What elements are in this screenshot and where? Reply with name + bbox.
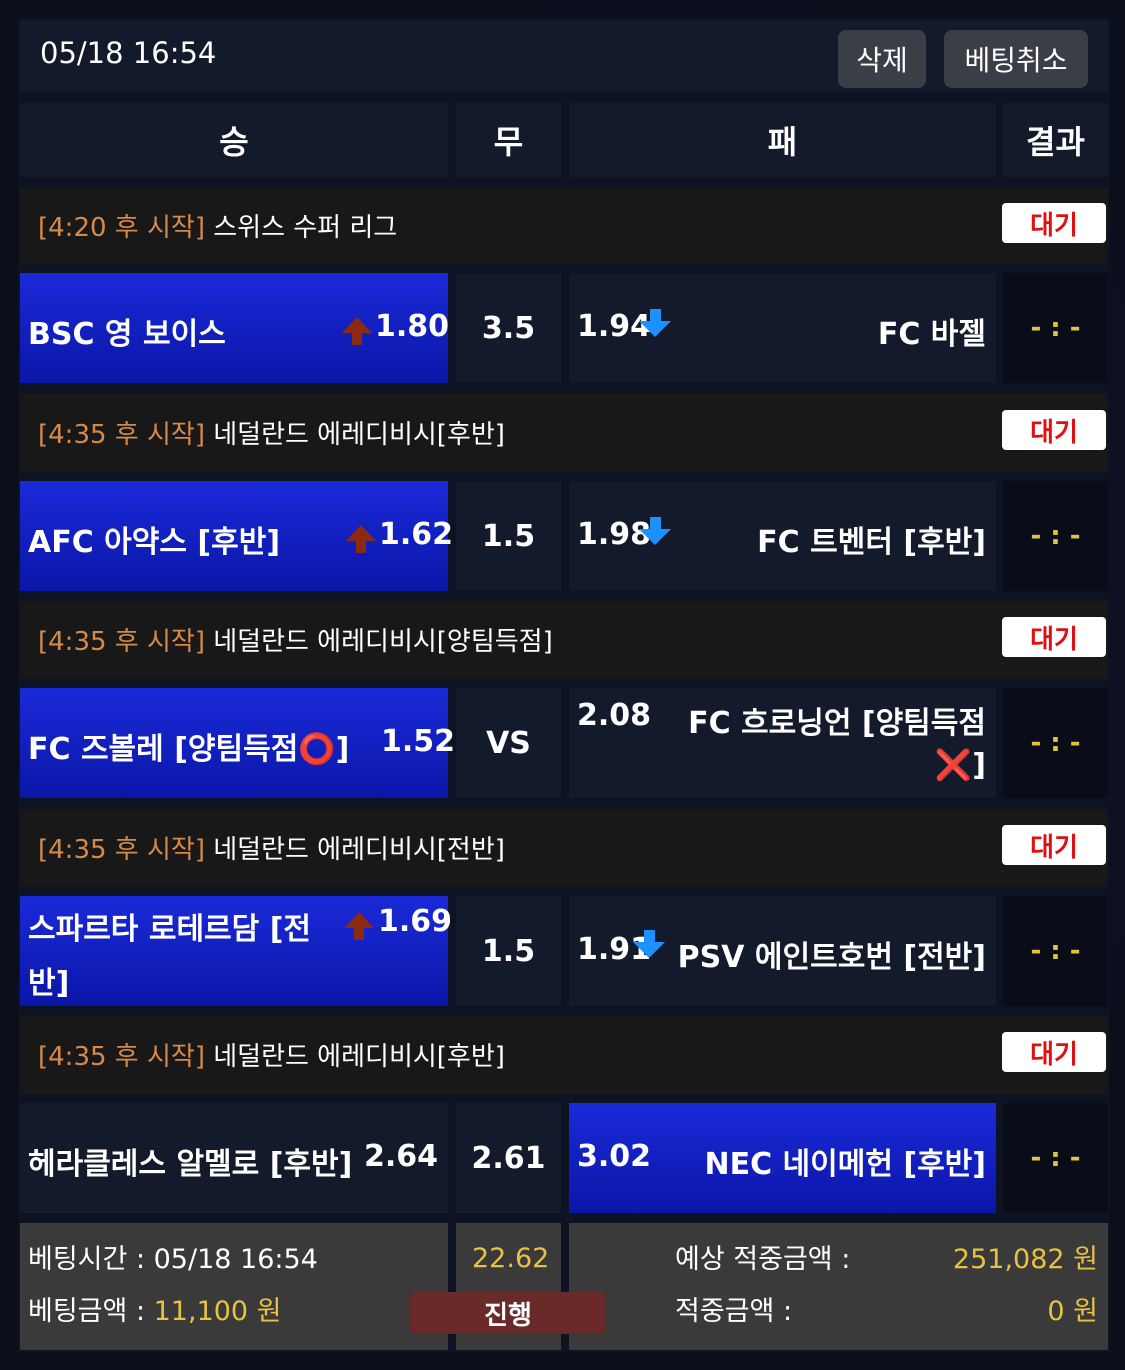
status-badge: 대기 bbox=[1002, 617, 1106, 657]
home-bet-cell[interactable]: 스파르타 로테르담 [전 반] 1.69 bbox=[20, 896, 452, 1006]
home-team: FC 즈볼레 [양팀득점⭕] bbox=[28, 732, 350, 767]
away-team: FC 바젤 bbox=[877, 317, 986, 352]
arrow-down-icon bbox=[633, 942, 665, 958]
away-bet-cell[interactable]: 1.91 PSV 에인트호번 [전반] bbox=[569, 896, 996, 1006]
progress-status-button[interactable]: 진행 bbox=[410, 1292, 606, 1334]
away-bet-cell[interactable]: 1.98 FC 트벤터 [후반] bbox=[569, 481, 996, 591]
status-badge: 대기 bbox=[1002, 203, 1106, 243]
arrow-down-icon bbox=[639, 529, 671, 545]
column-header-draw: 무 bbox=[456, 103, 561, 177]
status-badge: 대기 bbox=[1002, 1032, 1106, 1072]
arrow-down-icon bbox=[639, 321, 671, 337]
home-bet-cell[interactable]: BSC 영 보이스 1.80 bbox=[20, 273, 450, 383]
away-team: FC 트벤터 [후반] bbox=[757, 525, 986, 560]
footer-right: 예상 적중금액 : 251,082 원 적중금액 : 0 원 bbox=[569, 1223, 1108, 1350]
league-row: [4:35 후 시작] 네덜란드 에레디비시[후반] 대기 bbox=[20, 1016, 1108, 1094]
bet-time-label: 베팅시간 : bbox=[28, 1244, 154, 1275]
away-odd: 3.02 bbox=[577, 1139, 652, 1174]
status-badge: 대기 bbox=[1002, 825, 1106, 865]
bet-datetime: 05/18 16:54 bbox=[40, 36, 217, 70]
column-header-win: 승 bbox=[20, 103, 448, 177]
top-bar: 05/18 16:54 삭제 베팅취소 bbox=[20, 20, 1108, 92]
expected-label: 예상 적중금액 : bbox=[675, 1244, 851, 1275]
column-header-lose: 패 bbox=[569, 103, 996, 177]
start-time: [4:35 후 시작] bbox=[38, 627, 205, 657]
draw-bet-cell[interactable]: 1.5 bbox=[456, 896, 561, 1006]
total-odds: 22.62 bbox=[472, 1243, 550, 1274]
home-bet-cell[interactable]: AFC 아약스 [후반] 1.62 bbox=[20, 481, 453, 591]
away-team-cont: ❌] bbox=[934, 748, 986, 783]
bet-time-value: 05/18 16:54 bbox=[153, 1244, 318, 1275]
arrow-up-icon bbox=[344, 912, 374, 928]
start-time: [4:35 후 시작] bbox=[38, 420, 205, 450]
away-odd: 2.08 bbox=[577, 698, 652, 733]
home-team: BSC 영 보이스 bbox=[28, 317, 226, 352]
result-score: - : - bbox=[1003, 896, 1108, 1006]
expected-value: 251,082 원 bbox=[952, 1244, 1098, 1275]
draw-bet-cell[interactable]: VS bbox=[456, 688, 561, 798]
bet-amount-label: 베팅금액 : bbox=[28, 1296, 154, 1327]
home-odd: 1.52 bbox=[381, 724, 456, 759]
start-time: [4:35 후 시작] bbox=[38, 1042, 205, 1072]
away-team: NEC 네이메헌 [후반] bbox=[704, 1147, 986, 1182]
cancel-bet-button[interactable]: 베팅취소 bbox=[944, 30, 1088, 88]
home-odd: 1.69 bbox=[378, 904, 453, 939]
home-team: AFC 아약스 [후반] bbox=[28, 525, 281, 560]
home-team: 헤라클레스 알멜로 [후반] bbox=[28, 1147, 353, 1182]
league-name: 네덜란드 에레디비시[양팀득점] bbox=[213, 627, 553, 657]
delete-button[interactable]: 삭제 bbox=[838, 30, 926, 88]
home-odd: 2.64 bbox=[363, 1139, 438, 1174]
start-time: [4:35 후 시작] bbox=[38, 835, 205, 865]
start-time: [4:20 후 시작] bbox=[38, 213, 205, 243]
away-team: PSV 에인트호번 [전반] bbox=[677, 940, 986, 975]
league-name: 네덜란드 에레디비시[후반] bbox=[213, 1042, 505, 1072]
league-name: 네덜란드 에레디비시[전반] bbox=[213, 835, 505, 865]
away-bet-cell[interactable]: 1.94 FC 바젤 bbox=[569, 273, 996, 383]
result-score: - : - bbox=[1003, 688, 1108, 798]
bet-amount-value: 11,100 원 bbox=[153, 1296, 282, 1327]
column-header-result: 결과 bbox=[1003, 103, 1108, 177]
status-badge: 대기 bbox=[1002, 410, 1106, 450]
league-name: 스위스 수퍼 리그 bbox=[213, 213, 398, 243]
result-score: - : - bbox=[1003, 1103, 1108, 1213]
home-odd: 1.80 bbox=[375, 309, 450, 344]
home-team-cont: 반] bbox=[28, 966, 70, 1001]
draw-bet-cell[interactable]: 2.61 bbox=[456, 1103, 561, 1213]
draw-bet-cell[interactable]: 1.5 bbox=[456, 481, 561, 591]
draw-bet-cell[interactable]: 3.5 bbox=[456, 273, 561, 383]
hit-label: 적중금액 : bbox=[675, 1296, 793, 1327]
league-row: [4:20 후 시작] 스위스 수퍼 리그 대기 bbox=[20, 187, 1108, 265]
away-bet-cell[interactable]: 3.02 NEC 네이메헌 [후반] bbox=[569, 1103, 996, 1213]
league-row: [4:35 후 시작] 네덜란드 에레디비시[후반] 대기 bbox=[20, 394, 1108, 472]
league-row: [4:35 후 시작] 네덜란드 에레디비시[전반] 대기 bbox=[20, 809, 1108, 887]
result-score: - : - bbox=[1003, 481, 1108, 591]
result-score: - : - bbox=[1003, 273, 1108, 383]
arrow-up-icon bbox=[342, 317, 372, 333]
home-bet-cell[interactable]: 헤라클레스 알멜로 [후반] 2.64 bbox=[20, 1103, 448, 1213]
home-bet-cell[interactable]: FC 즈볼레 [양팀득점⭕] 1.52 bbox=[20, 688, 455, 798]
away-team: FC 흐로닝언 [양팀득점 bbox=[688, 706, 986, 741]
league-name: 네덜란드 에레디비시[후반] bbox=[213, 420, 505, 450]
hit-value: 0 원 bbox=[1047, 1296, 1098, 1327]
arrow-up-icon bbox=[346, 525, 376, 541]
footer-left: 베팅시간 : 05/18 16:54 베팅금액 : 11,100 원 bbox=[20, 1223, 448, 1350]
away-bet-cell[interactable]: 2.08 FC 흐로닝언 [양팀득점 ❌] bbox=[569, 688, 996, 798]
home-odd: 1.62 bbox=[379, 517, 454, 552]
league-row: [4:35 후 시작] 네덜란드 에레디비시[양팀득점] 대기 bbox=[20, 601, 1108, 679]
home-team: 스파르타 로테르담 [전 bbox=[28, 912, 311, 947]
